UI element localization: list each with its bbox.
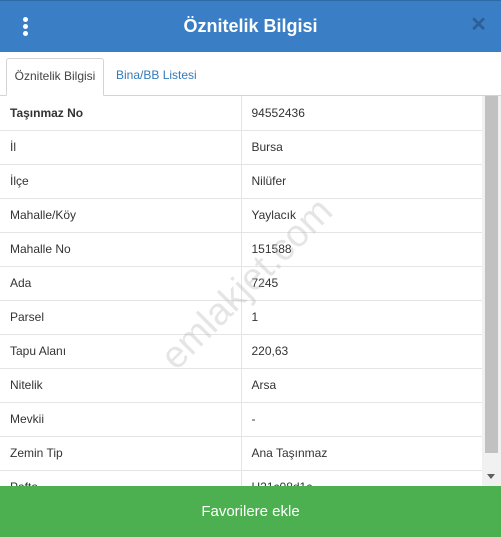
table-row: Tapu Alanı 220,63	[0, 334, 482, 369]
dialog-header: Öznitelik Bilgisi ✕	[0, 0, 501, 52]
scrollbar-down-arrow-icon[interactable]	[487, 474, 495, 479]
footer: Favorilere ekle	[0, 486, 501, 537]
table-row: Zemin Tip Ana Taşınmaz	[0, 436, 482, 471]
table-row: Mevkii -	[0, 402, 482, 437]
attribute-value: Yaylacık	[241, 198, 482, 233]
attribute-label: İl	[0, 130, 242, 165]
attribute-label: Tapu Alanı	[0, 334, 242, 369]
scrollbar-thumb[interactable]	[485, 96, 498, 453]
tab-bar: Öznitelik Bilgisi Bina/BB Listesi	[0, 52, 501, 121]
tab-attribute-info[interactable]: Öznitelik Bilgisi	[6, 58, 104, 96]
dialog-title: Öznitelik Bilgisi	[183, 16, 318, 36]
attribute-value: Arsa	[241, 368, 482, 403]
attribute-label: Taşınmaz No	[0, 96, 242, 131]
table-row: İl Bursa	[0, 130, 482, 165]
table-row: Mahalle/Köy Yaylacık	[0, 198, 482, 233]
attribute-value: Ana Taşınmaz	[241, 436, 482, 471]
attribute-label: Mevkii	[0, 402, 242, 437]
attribute-label: Pafta	[0, 470, 242, 486]
attribute-value: H21c08d1c	[241, 470, 482, 486]
attribute-value: Bursa	[241, 130, 482, 165]
scrollbar[interactable]	[482, 96, 501, 486]
attribute-value: 94552436	[241, 96, 482, 131]
table-row: Ada 7245	[0, 266, 482, 301]
attribute-label: Parsel	[0, 300, 242, 335]
table-row: Nitelik Arsa	[0, 368, 482, 403]
attribute-value: 220,63	[241, 334, 482, 369]
table-row: Parsel 1	[0, 300, 482, 335]
attribute-label: Nitelik	[0, 368, 242, 403]
attribute-value: 1	[241, 300, 482, 335]
table-row: Taşınmaz No 94552436	[0, 96, 482, 131]
attribute-value: Nilüfer	[241, 164, 482, 199]
attribute-value: 7245	[241, 266, 482, 301]
table-row: İlçe Nilüfer	[0, 164, 482, 199]
attribute-table: Taşınmaz No 94552436 İl Bursa İlçe Nilüfer Mah…	[0, 96, 482, 486]
table-row: PaftaH21c08d1c	[0, 470, 482, 486]
attribute-label: Zemin Tip	[0, 436, 242, 471]
attribute-table-container[interactable]: Taşınmaz No 94552436 İl Bursa İlçe Nilüfer Mah…	[0, 96, 482, 486]
attribute-label: Mahalle No	[0, 232, 242, 267]
tab-building-list[interactable]: Bina/BB Listesi	[116, 58, 197, 96]
attribute-dialog: Öznitelik Bilgisi ✕ Öznitelik Bilgisi Bi…	[0, 0, 501, 537]
attribute-label: İlçe	[0, 164, 242, 199]
attribute-label: Ada	[0, 266, 242, 301]
attribute-value: -	[241, 402, 482, 437]
close-icon[interactable]: ✕	[470, 15, 487, 35]
add-to-favorites-button[interactable]: Favorilere ekle	[0, 486, 501, 537]
table-row: Mahalle No 151588	[0, 232, 482, 267]
attribute-value: 151588	[241, 232, 482, 267]
attribute-label: Mahalle/Köy	[0, 198, 242, 233]
